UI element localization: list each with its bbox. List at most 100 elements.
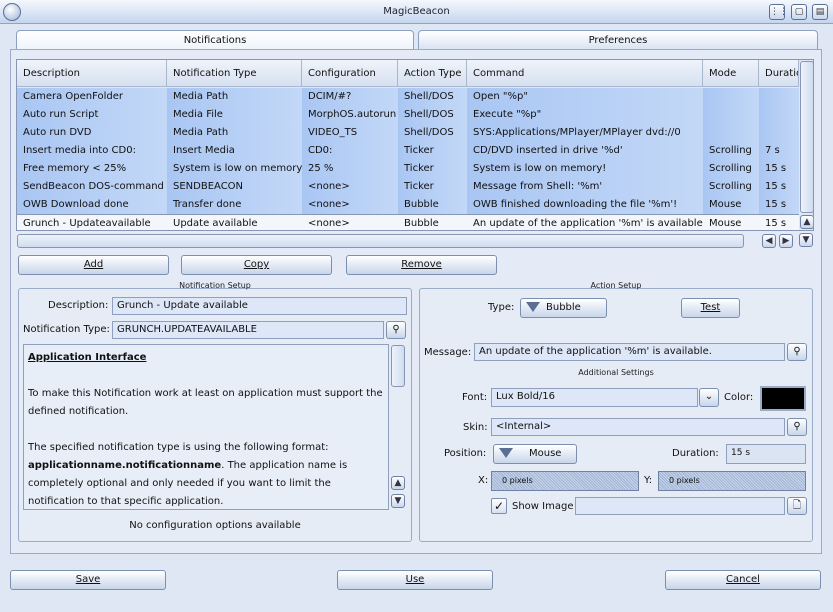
- copy-label: Copy: [243, 259, 270, 270]
- column-header-configuration[interactable]: Configuration: [302, 60, 398, 87]
- add-button[interactable]: Add: [18, 255, 169, 275]
- notification-type-search-button[interactable]: ⚲: [386, 321, 406, 339]
- cell-command: Execute "%p": [467, 106, 703, 124]
- cell-description: Insert media into CD0:: [17, 142, 167, 160]
- title-bar: MagicBeacon ⋮⋮ ▢ ▤: [0, 0, 833, 24]
- cell-description: OWB Download done: [17, 196, 167, 214]
- cell-notification-type: Insert Media: [167, 142, 302, 160]
- notification-type-input[interactable]: GRUNCH.UPDATEAVAILABLE: [112, 321, 384, 339]
- cell-notification-type: Transfer done: [167, 196, 302, 214]
- table-row[interactable]: Insert media into CD0: Insert Media CD0: Ti…: [17, 142, 799, 160]
- cell-mode: [703, 124, 759, 142]
- help-paragraph-2a: The specified notification type is using…: [28, 442, 329, 453]
- magnifier-icon: ⚲: [392, 324, 400, 335]
- action-type-value: Bubble: [546, 302, 581, 313]
- message-input[interactable]: An update of the application '%m' is ava…: [474, 343, 785, 361]
- table-row[interactable]: Auto run DVD Media Path VIDEO_TS Shell/DOS S…: [17, 124, 799, 142]
- notification-list[interactable]: Description Notification Type Configurat…: [16, 59, 814, 231]
- help-paragraph-2: The specified notification type is using…: [28, 439, 384, 509]
- help-text-area: Application Interface To make this Notif…: [23, 344, 389, 510]
- table-row[interactable]: Auto run Script Media File MorphOS.autorun…: [17, 106, 799, 124]
- message-search-button[interactable]: ⚲: [787, 343, 807, 361]
- column-header-action-type[interactable]: Action Type: [398, 60, 467, 87]
- help-scroll-down-button[interactable]: ▼: [391, 494, 405, 508]
- list-scroll-right-button[interactable]: ▶: [779, 234, 793, 248]
- help-heading: Application Interface: [28, 352, 147, 363]
- file-icon: 🗋: [792, 500, 802, 511]
- no-config-text: No configuration options available: [129, 520, 301, 531]
- cell-configuration: <none>: [302, 215, 398, 230]
- cell-description: SendBeacon DOS-command: [17, 178, 167, 196]
- tab-notifications[interactable]: Notifications: [16, 30, 414, 50]
- cell-mode: Scrolling: [703, 160, 759, 178]
- table-row[interactable]: SendBeacon DOS-command SENDBEACON <none> Ti…: [17, 178, 799, 196]
- cell-notification-type: Media Path: [167, 88, 302, 106]
- cell-action-type: Shell/DOS: [398, 124, 467, 142]
- iconify-button[interactable]: ⋮⋮: [769, 4, 788, 20]
- additional-settings-title: Additional Settings: [578, 368, 654, 377]
- column-header-mode[interactable]: Mode: [703, 60, 759, 87]
- cell-description: Camera OpenFolder: [17, 88, 167, 106]
- list-horizontal-scrollbar[interactable]: [17, 234, 744, 248]
- skin-label: Skin:: [463, 422, 488, 433]
- description-input[interactable]: Grunch - Update available: [112, 297, 407, 315]
- cell-description: Auto run DVD: [17, 124, 167, 142]
- test-button[interactable]: Test: [681, 298, 740, 318]
- list-vertical-scrollbar[interactable]: [800, 61, 813, 213]
- tab-preferences[interactable]: Preferences: [418, 30, 818, 50]
- cancel-label: Cancel: [726, 574, 760, 585]
- column-header-notification-type[interactable]: Notification Type: [167, 60, 302, 87]
- cell-command: System is low on memory!: [467, 160, 703, 178]
- cell-configuration: MorphOS.autorun: [302, 106, 398, 124]
- save-button[interactable]: Save: [10, 570, 166, 590]
- copy-button[interactable]: Copy: [181, 255, 332, 275]
- table-row[interactable]: OWB Download done Transfer done <none> Bubb…: [17, 196, 799, 214]
- column-header-description[interactable]: Description: [17, 60, 167, 87]
- notification-setup-title: Notification Setup: [179, 281, 251, 290]
- cell-action-type: Bubble: [398, 196, 467, 214]
- cell-duration: [759, 124, 799, 142]
- image-file-button[interactable]: 🗋: [787, 497, 807, 515]
- color-label: Color:: [724, 392, 754, 403]
- cell-duration: 15 s: [759, 196, 799, 214]
- help-scrollbar[interactable]: [391, 345, 405, 387]
- help-scroll-up-button[interactable]: ▲: [391, 476, 405, 490]
- image-path-input[interactable]: [575, 497, 785, 515]
- cell-duration: 15 s: [759, 178, 799, 196]
- action-type-cycle[interactable]: Bubble: [520, 298, 607, 318]
- cell-command: SYS:Applications/MPlayer/MPlayer dvd://0: [467, 124, 703, 142]
- show-image-checkbox[interactable]: ✓: [491, 498, 507, 514]
- cell-configuration: CD0:: [302, 142, 398, 160]
- skin-search-button[interactable]: ⚲: [787, 418, 807, 436]
- cell-action-type: Shell/DOS: [398, 88, 467, 106]
- use-button[interactable]: Use: [337, 570, 493, 590]
- list-scroll-left-button[interactable]: ◀: [762, 234, 776, 248]
- font-popup-button[interactable]: ⌄: [699, 388, 719, 407]
- column-header-command[interactable]: Command: [467, 60, 703, 87]
- help-paragraph-1: To make this Notification work at least …: [28, 388, 383, 417]
- y-slider[interactable]: 0 pixels: [658, 471, 806, 491]
- table-row[interactable]: Free memory < 25% System is low on memory…: [17, 160, 799, 178]
- x-label: X:: [478, 475, 489, 486]
- color-swatch[interactable]: [760, 386, 806, 411]
- message-label: Message:: [424, 347, 472, 358]
- cell-command: Open "%p": [467, 88, 703, 106]
- list-scroll-down-button[interactable]: ▼: [799, 233, 813, 247]
- duration-slider[interactable]: 15 s: [726, 444, 806, 464]
- add-label: Add: [83, 259, 104, 270]
- list-scroll-up-button[interactable]: ▲: [800, 215, 813, 229]
- remove-button[interactable]: Remove: [346, 255, 497, 275]
- cell-duration: 15 s: [759, 160, 799, 178]
- zoom-button[interactable]: ▤: [812, 4, 828, 20]
- depth-button[interactable]: ▢: [791, 4, 807, 20]
- column-header-duration[interactable]: Duration: [759, 60, 799, 87]
- skin-input[interactable]: <Internal>: [491, 418, 785, 436]
- table-row[interactable]: Grunch - Updateavailable Update available…: [17, 214, 799, 230]
- save-label: Save: [75, 574, 101, 585]
- position-cycle[interactable]: Mouse: [493, 444, 577, 464]
- cancel-button[interactable]: Cancel: [665, 570, 821, 590]
- x-slider[interactable]: 0 pixels: [491, 471, 639, 491]
- magnifier-icon: ⚲: [793, 346, 801, 357]
- font-input[interactable]: Lux Bold/16: [491, 388, 698, 407]
- table-row[interactable]: Camera OpenFolder Media Path DCIM/#? Shell/…: [17, 88, 799, 106]
